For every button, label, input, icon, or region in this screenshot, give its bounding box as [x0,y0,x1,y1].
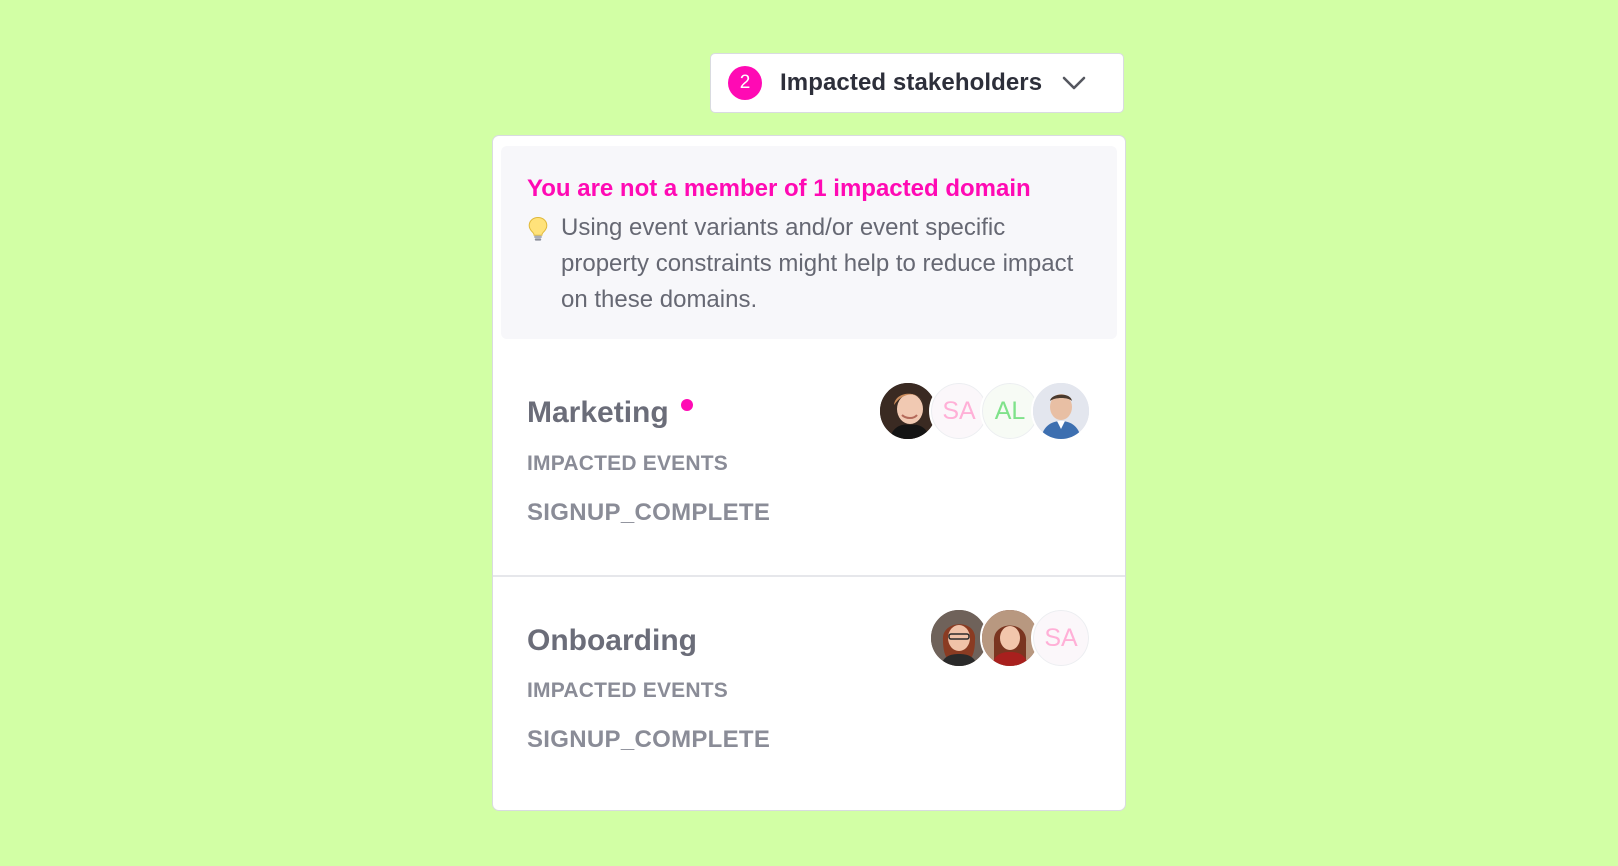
impacted-count-badge: 2 [728,66,762,100]
domain-divider [493,575,1125,577]
event-item[interactable]: SIGNUP_COMPLETE [527,499,770,527]
domain-name: Marketing [527,396,669,429]
membership-notice: You are not a member of 1 impacted domai… [501,146,1117,339]
avatar-initials-sa[interactable]: SA [1031,608,1091,668]
notice-body: Using event variants and/or event specif… [561,214,1074,313]
event-item[interactable]: SIGNUP_COMPLETE [527,726,770,754]
notice-title: You are not a member of 1 impacted domai… [527,175,1031,202]
not-member-indicator [681,399,693,411]
avatar-photo[interactable] [1031,381,1091,441]
stakeholders-panel: You are not a member of 1 impacted domai… [492,135,1126,811]
impacted-stakeholders-dropdown[interactable]: 2 Impacted stakeholders [710,53,1124,113]
chevron-down-icon [1062,76,1086,90]
stakeholder-avatars: SA AL [878,381,1091,441]
stakeholder-avatars: SA [929,608,1091,668]
domain-name: Onboarding [527,624,697,657]
dropdown-label: Impacted stakeholders [780,69,1043,96]
impacted-events-label: IMPACTED EVENTS [527,452,728,475]
impacted-events-label: IMPACTED EVENTS [527,679,728,702]
lightbulb-icon [527,210,561,318]
